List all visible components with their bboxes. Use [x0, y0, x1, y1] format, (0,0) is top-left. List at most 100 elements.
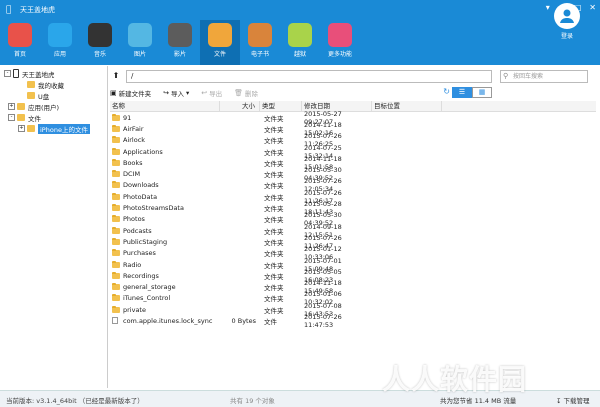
- search-icon: ⚲: [503, 71, 509, 80]
- folder-icon: [112, 181, 120, 189]
- cell-name: 91: [110, 113, 220, 122]
- refresh-icon[interactable]: ↻: [443, 87, 450, 96]
- path-input[interactable]: /: [126, 69, 492, 83]
- folder-icon: [112, 170, 120, 178]
- video-icon: [168, 23, 192, 47]
- file-icon: [112, 317, 118, 325]
- toolbar-jailbreak-button[interactable]: 越狱: [280, 20, 320, 65]
- column-location[interactable]: 目标位置: [372, 101, 442, 111]
- files-icon: [208, 23, 232, 47]
- cell-type: 文件夹: [264, 159, 284, 168]
- export-label: 导出: [209, 90, 223, 98]
- toolbar-label: 影片: [173, 51, 186, 58]
- file-name: DCIM: [123, 170, 141, 179]
- cell-type: 文件夹: [264, 125, 284, 134]
- search-input[interactable]: ⚲ 按回车搜索: [500, 69, 588, 83]
- window-title: 天王盖地虎: [20, 6, 55, 14]
- cell-name: Airlock: [110, 136, 220, 144]
- file-name: Photos: [123, 215, 145, 224]
- login-label: 登录: [560, 33, 573, 40]
- import-button[interactable]: ↪ 导入 ▾: [163, 88, 189, 98]
- toolbar-label: 图片: [133, 51, 146, 58]
- cell-name: PublicStaging: [110, 237, 220, 246]
- expand-icon[interactable]: +: [8, 103, 15, 110]
- cell-type: 文件夹: [264, 227, 284, 236]
- download-manager-button[interactable]: ↧ 下载管理: [556, 395, 590, 405]
- tree-item-label: iPhone上的文件: [38, 123, 90, 134]
- cell-type: 文件夹: [264, 295, 284, 304]
- tree-item-label: U盘: [38, 92, 50, 101]
- settings-icon[interactable]: ▾: [546, 3, 550, 12]
- folder-icon: [112, 136, 120, 144]
- cell-name: PhotoStreamsData: [110, 204, 220, 212]
- folder-icon: [112, 113, 120, 121]
- cell-name: AirFair: [110, 124, 220, 133]
- tree-root[interactable]: - 天王盖地虎: [4, 68, 107, 79]
- column-name[interactable]: 名称: [110, 101, 220, 111]
- trash-icon: 🗑: [234, 89, 244, 97]
- toolbar-label: 首页: [13, 51, 26, 58]
- export-button[interactable]: ↩ 导出: [201, 88, 222, 98]
- delete-label: 删除: [245, 90, 259, 98]
- cell-name: Radio: [110, 260, 220, 269]
- table-row[interactable]: com.apple.itunes.lock_sync 0 Bytes 文件 2015-…: [110, 313, 596, 329]
- music-icon: [88, 23, 112, 47]
- cell-name: general_storage: [110, 283, 220, 291]
- folder-icon: [112, 249, 120, 257]
- toolbar-label: 更多功能: [327, 51, 352, 58]
- file-name: com.apple.itunes.lock_sync: [123, 316, 213, 325]
- toolbar-photos-button[interactable]: 图片: [120, 20, 160, 65]
- toolbar-apps-button[interactable]: 应用: [40, 20, 80, 65]
- cell-type: 文件夹: [264, 182, 284, 191]
- cell-type: 文件夹: [264, 261, 284, 270]
- toolbar-music-button[interactable]: 音乐: [80, 20, 120, 65]
- toolbar-video-button[interactable]: 影片: [160, 20, 200, 65]
- toolbar-home-button[interactable]: 首页: [0, 20, 40, 65]
- toolbar-label: 文件: [213, 51, 226, 58]
- tree-item[interactable]: - 文件: [4, 112, 107, 123]
- jailbreak-icon: [288, 23, 312, 47]
- cell-name: Books: [110, 158, 220, 167]
- folder-icon: [112, 192, 120, 200]
- folder-icon: [112, 271, 120, 279]
- expand-icon[interactable]: +: [18, 125, 25, 132]
- photos-icon: [128, 23, 152, 47]
- file-name: Downloads: [123, 181, 159, 190]
- cell-size: 0 Bytes: [231, 316, 256, 325]
- file-name: 91: [123, 113, 132, 122]
- new-folder-label: 新建文件夹: [118, 90, 152, 98]
- new-folder-button[interactable]: ▣ 新建文件夹: [110, 88, 151, 98]
- grid-view-button[interactable]: ▦: [472, 87, 492, 98]
- action-bar: ▣ 新建文件夹 ↪ 导入 ▾ ↩ 导出 🗑 删除 ↻ ☰ ▦: [110, 86, 596, 100]
- toolbar-ebook-button[interactable]: 电子书: [240, 20, 280, 65]
- toolbar-label: 越狱: [293, 51, 306, 58]
- list-view-button[interactable]: ☰: [452, 87, 472, 98]
- toolbar-files-button[interactable]: 文件: [200, 20, 240, 65]
- close-button[interactable]: ✕: [589, 3, 596, 12]
- folder-icon: [112, 124, 120, 132]
- toolbar-label: 电子书: [250, 51, 269, 58]
- tree-item[interactable]: + 应用(用户): [4, 101, 107, 112]
- toolbar-label: 音乐: [93, 51, 106, 58]
- up-arrow-icon[interactable]: ⬆: [110, 70, 122, 82]
- collapse-icon[interactable]: -: [8, 114, 15, 121]
- collapse-icon[interactable]: -: [4, 70, 11, 77]
- version-text: 当前版本: v3.1.4_64bit （已经是最新版本了）: [6, 397, 144, 405]
- column-type[interactable]: 类型: [260, 101, 302, 111]
- folder-icon: [112, 147, 120, 155]
- delete-button[interactable]: 🗑 删除: [234, 88, 258, 98]
- login-button[interactable]: 登录: [554, 3, 580, 40]
- cell-name: private: [110, 305, 220, 314]
- column-size[interactable]: 大小: [220, 101, 260, 111]
- file-name: Applications: [123, 147, 163, 156]
- cell-name: Downloads: [110, 181, 220, 189]
- tree-item[interactable]: U盘: [4, 90, 107, 101]
- cell-type: 文件夹: [264, 250, 284, 259]
- toolbar-more-button[interactable]: 更多功能: [320, 20, 360, 65]
- cell-date: 2015-07-26 11:47:53: [304, 313, 342, 329]
- cell-type: 文件夹: [264, 205, 284, 214]
- tree-item[interactable]: 我的收藏: [4, 79, 107, 90]
- tree-item-label: 应用(用户): [28, 103, 60, 112]
- tree-item[interactable]: + iPhone上的文件: [4, 123, 107, 134]
- main-toolbar: 首页 应用 音乐 图片 影片 文件 电子书 越狱 更多功能: [0, 20, 600, 65]
